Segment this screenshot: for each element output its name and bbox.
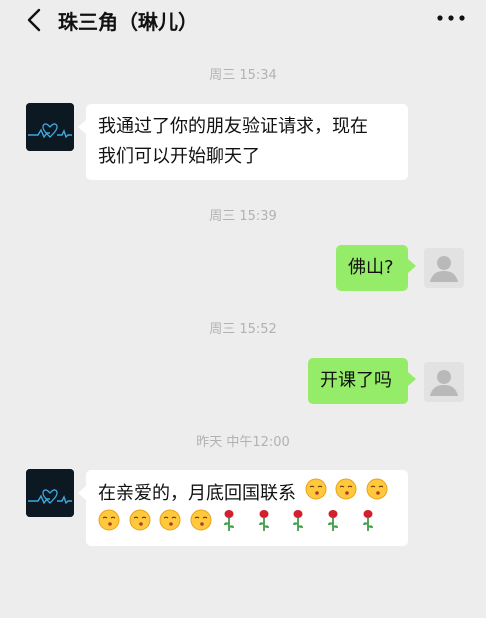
message-text: 我通过了你的朋友验证请求，现在 [98, 116, 368, 137]
message-line: 在亲爱的，月底回国联系 [98, 478, 396, 508]
default-user-avatar-icon [424, 248, 464, 288]
self-avatar[interactable] [424, 248, 464, 288]
emoji-rose-icon [360, 508, 386, 542]
heartbeat-avatar-icon [26, 103, 74, 151]
emoji-kissing-icon [98, 509, 120, 541]
message-timestamp: 昨天 中午12:00 [196, 435, 290, 450]
back-button[interactable] [20, 5, 50, 35]
chat-header: 珠三角（琳儿） [0, 0, 486, 40]
message-text: 开课了吗 [320, 370, 392, 391]
emoji-kissing-icon [335, 478, 357, 510]
more-button[interactable] [434, 6, 468, 30]
message-line [98, 508, 396, 538]
chevron-left-icon [27, 8, 41, 32]
message-timestamp: 周三 15:52 [209, 322, 277, 337]
default-user-avatar-icon [424, 362, 464, 402]
emoji-rose-icon [256, 508, 282, 542]
chat-screen: 珠三角（琳儿） 周三 15:34 我通过了你的朋友验证请求，现在 我们可以开始聊… [0, 0, 486, 618]
message-timestamp: 周三 15:39 [209, 209, 277, 224]
heartbeat-avatar-icon [26, 469, 74, 517]
more-dots-icon [437, 15, 465, 21]
emoji-rose-icon [290, 508, 316, 542]
emoji-kissing-icon [305, 478, 327, 510]
emoji-kissing-icon [129, 509, 151, 541]
contact-avatar[interactable] [26, 469, 74, 517]
message-bubble-outgoing[interactable]: 开课了吗 [308, 358, 416, 404]
emoji-kissing-icon [159, 509, 181, 541]
message-text: 佛山? [348, 257, 394, 278]
message-text: 我们可以开始聊天了 [98, 146, 260, 167]
emoji-kissing-icon [366, 478, 388, 510]
emoji-kissing-icon [190, 509, 212, 541]
message-text: 在亲爱的，月底回国联系 [98, 483, 296, 504]
message-timestamp: 周三 15:34 [209, 68, 277, 83]
emoji-rose-icon [221, 508, 247, 542]
emoji-rose-icon [325, 508, 351, 542]
contact-avatar[interactable] [26, 103, 74, 151]
message-bubble-incoming[interactable]: 在亲爱的，月底回国联系 [78, 470, 408, 546]
self-avatar[interactable] [424, 362, 464, 402]
message-bubble-outgoing[interactable]: 佛山? [336, 245, 416, 291]
message-bubble-incoming[interactable]: 我通过了你的朋友验证请求，现在 我们可以开始聊天了 [78, 104, 408, 180]
chat-title: 珠三角（琳儿） [58, 10, 198, 34]
